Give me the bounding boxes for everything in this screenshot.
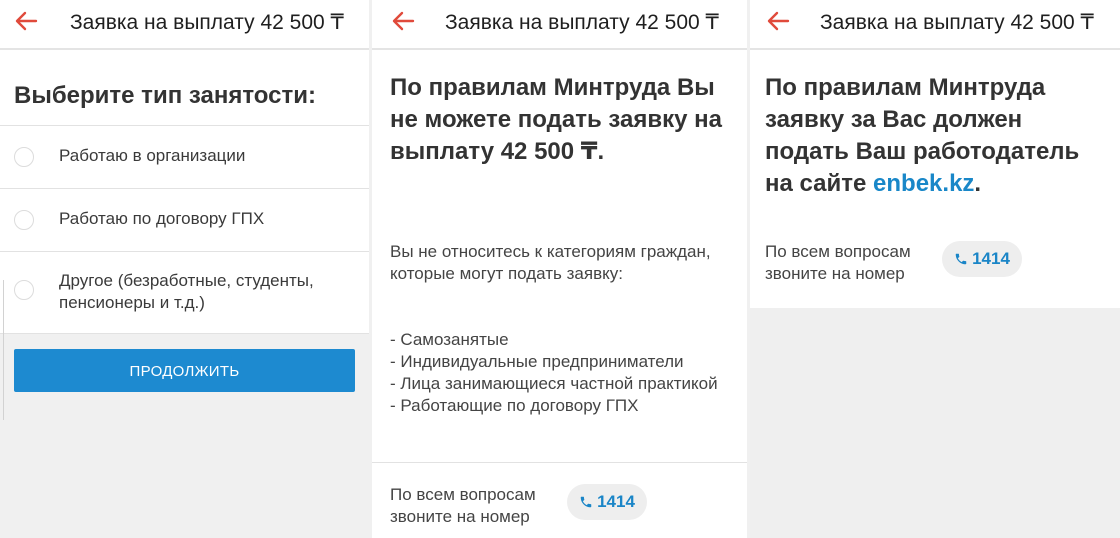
phone-button[interactable]: 1414 bbox=[942, 241, 1022, 277]
divider bbox=[372, 462, 747, 463]
back-arrow-icon[interactable] bbox=[391, 10, 417, 32]
radio-button[interactable] bbox=[14, 147, 34, 167]
divider bbox=[0, 333, 369, 334]
list-item: - Самозанятые bbox=[390, 330, 509, 349]
app-bar: Заявка на выплату 42 500 ₸ bbox=[750, 0, 1120, 50]
app-bar: Заявка на выплату 42 500 ₸ bbox=[0, 0, 369, 50]
back-arrow-icon[interactable] bbox=[766, 10, 792, 32]
not-eligible-heading: По правилам Минтруда Вы не можете подать… bbox=[390, 74, 722, 165]
panel-employer-applies: Заявка на выплату 42 500 ₸ По правилам М… bbox=[750, 0, 1120, 538]
list-item: - Работающие по договору ГПХ bbox=[390, 396, 639, 415]
phone-icon bbox=[955, 253, 967, 265]
ineligible-categories-list: - Самозанятые - Индивидуальные предприни… bbox=[390, 329, 735, 417]
app-bar: Заявка на выплату 42 500 ₸ bbox=[372, 0, 747, 50]
option-label: Работаю по договору ГПХ bbox=[59, 209, 265, 228]
list-item: - Лица занимающиеся частной практикой bbox=[390, 374, 718, 393]
not-eligible-paragraph: Вы не относитесь к категориям граждан, к… bbox=[390, 242, 711, 283]
app-title: Заявка на выплату 42 500 ₸ bbox=[445, 11, 719, 34]
enbek-link[interactable]: enbek.kz bbox=[873, 170, 974, 197]
back-arrow-icon[interactable] bbox=[14, 10, 40, 32]
option-label: Другое (безработные, студенты, пенсионер… bbox=[59, 271, 314, 312]
list-item: - Индивидуальные предприниматели bbox=[390, 352, 684, 371]
contact-text: По всем вопросам звоните на номер bbox=[390, 485, 536, 526]
continue-button[interactable]: ПРОДОЛЖИТЬ bbox=[14, 349, 355, 392]
employment-heading: Выберите тип занятости: bbox=[14, 82, 316, 109]
app-title: Заявка на выплату 42 500 ₸ bbox=[70, 11, 344, 34]
radio-button[interactable] bbox=[14, 280, 34, 300]
phone-number: 1414 bbox=[597, 492, 635, 511]
option-organization[interactable]: Работаю в организации bbox=[0, 125, 369, 188]
panel-employment-type: Заявка на выплату 42 500 ₸ Выберите тип … bbox=[0, 0, 369, 538]
radio-button[interactable] bbox=[14, 210, 34, 230]
option-gph-contract[interactable]: Работаю по договору ГПХ bbox=[0, 188, 369, 251]
phone-number: 1414 bbox=[972, 249, 1010, 268]
phone-icon bbox=[580, 496, 592, 508]
phone-button[interactable]: 1414 bbox=[567, 484, 647, 520]
option-other[interactable]: Другое (безработные, студенты, пенсионер… bbox=[0, 251, 369, 334]
employer-heading: По правилам Минтруда заявку за Вас долже… bbox=[765, 72, 1110, 200]
option-label: Работаю в организации bbox=[59, 146, 246, 165]
side-edge bbox=[0, 280, 4, 420]
panel-not-eligible: Заявка на выплату 42 500 ₸ По правилам М… bbox=[372, 0, 747, 538]
contact-text: По всем вопросам звоните на номер bbox=[765, 242, 911, 283]
heading-period: . bbox=[974, 170, 982, 197]
app-title: Заявка на выплату 42 500 ₸ bbox=[820, 11, 1094, 34]
